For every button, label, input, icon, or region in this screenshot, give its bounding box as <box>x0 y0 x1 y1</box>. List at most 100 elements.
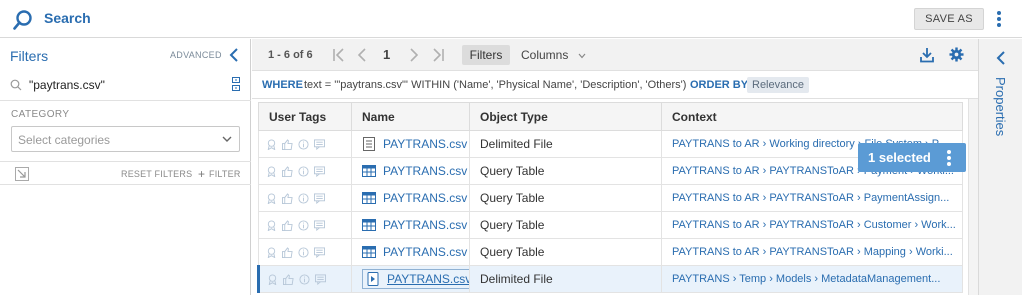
more-options-icon[interactable] <box>992 11 1006 27</box>
award-icon[interactable] <box>266 193 277 205</box>
table-icon <box>362 218 376 232</box>
order-by-value[interactable]: Relevance <box>747 77 809 93</box>
filter-search-field[interactable]: "paytrans.csv" <box>6 74 244 96</box>
reset-filters-button[interactable]: RESET FILTERS <box>121 169 192 179</box>
context-cell[interactable]: PAYTRANS to AR › PAYTRANSToAR › PaymentA… <box>661 184 963 212</box>
more-options-icon[interactable] <box>946 150 952 166</box>
comment-icon[interactable] <box>314 220 325 232</box>
object-type-cell: Query Table <box>469 211 662 239</box>
search-icon[interactable] <box>12 9 34 31</box>
table-row[interactable]: PAYTRANS.csv Query Table PAYTRANS to AR › … <box>258 211 963 239</box>
column-header-user-tags[interactable]: User Tags <box>258 102 352 131</box>
filter-search-input[interactable]: "paytrans.csv" <box>29 78 105 92</box>
add-filter-button[interactable]: FILTER <box>209 169 241 179</box>
save-as-button[interactable]: SAVE AS <box>914 8 984 30</box>
context-cell[interactable]: PAYTRANS › Temp › Models › MetadataManag… <box>661 265 963 293</box>
name-link[interactable]: PAYTRANS.csv <box>362 268 469 290</box>
thumbs-up-icon[interactable] <box>282 193 293 205</box>
gear-icon[interactable] <box>949 47 964 62</box>
properties-label[interactable]: Properties <box>993 77 1008 136</box>
comment-icon[interactable] <box>314 193 325 205</box>
name-cell[interactable]: PAYTRANS.csv <box>351 184 470 212</box>
results-toolbar: 1 - 6 of 6 1 Filters Columns <box>252 39 978 71</box>
table-icon <box>362 191 376 205</box>
name-link[interactable]: PAYTRANS.csv <box>362 191 467 206</box>
name-text: PAYTRANS.csv <box>383 217 468 232</box>
category-placeholder: Select categories <box>18 133 111 147</box>
name-cell[interactable]: PAYTRANS.csv <box>351 130 470 158</box>
info-icon[interactable] <box>298 193 309 204</box>
top-bar: Search SAVE AS <box>0 0 1022 38</box>
collapse-icon[interactable] <box>15 167 29 181</box>
table-row[interactable]: PAYTRANS.csv Delimited File PAYTRANS to AR… <box>258 130 963 158</box>
comment-icon[interactable] <box>314 166 325 178</box>
user-tags-cell <box>258 157 352 185</box>
table-row[interactable]: PAYTRANS.csv Query Table PAYTRANS to AR › … <box>258 157 963 185</box>
category-select[interactable]: Select categories <box>11 126 240 152</box>
toggle-filters-button[interactable]: Filters <box>462 45 510 65</box>
thumbs-up-icon[interactable] <box>282 220 293 232</box>
name-cell[interactable]: PAYTRANS.csv <box>351 238 470 266</box>
info-icon[interactable] <box>298 220 309 231</box>
award-icon[interactable] <box>266 247 277 259</box>
award-icon[interactable] <box>267 274 278 286</box>
thumbs-up-icon[interactable] <box>282 166 293 178</box>
name-text: PAYTRANS.csv <box>383 136 468 151</box>
where-keyword: WHERE <box>262 79 303 91</box>
award-icon[interactable] <box>266 139 277 151</box>
query-bar: WHERE text = '"paytrans.csv"' WITHIN ('N… <box>252 72 978 99</box>
chevron-down-icon <box>578 53 586 59</box>
context-cell[interactable]: PAYTRANS to AR › PAYTRANSToAR › Customer… <box>661 211 963 239</box>
info-icon[interactable] <box>298 247 309 258</box>
column-header-object-type[interactable]: Object Type <box>469 102 662 131</box>
vertical-scrollbar[interactable] <box>968 99 978 295</box>
object-type-cell: Query Table <box>469 184 662 212</box>
context-cell[interactable]: PAYTRANS to AR › PAYTRANSToAR › Mapping … <box>661 238 963 266</box>
result-range: 1 - 6 of 6 <box>268 49 313 61</box>
properties-rail[interactable]: Properties <box>978 39 1022 295</box>
table-icon <box>362 164 376 178</box>
name-link[interactable]: PAYTRANS.csv <box>362 218 467 233</box>
table-row[interactable]: PAYTRANS.csv Query Table PAYTRANS to AR › … <box>258 184 963 212</box>
comment-icon[interactable] <box>314 247 325 259</box>
selection-badge[interactable]: 1 selected <box>858 143 966 172</box>
table-row[interactable]: PAYTRANS.csv Delimited File PAYTRANS › Tem… <box>257 265 963 293</box>
comment-icon[interactable] <box>315 274 326 286</box>
name-cell[interactable]: PAYTRANS.csv <box>351 265 470 293</box>
award-icon[interactable] <box>266 220 277 232</box>
download-icon[interactable] <box>920 47 934 63</box>
chevron-left-icon[interactable] <box>228 47 240 63</box>
options-icon[interactable] <box>232 77 240 91</box>
advanced-link[interactable]: ADVANCED <box>170 50 222 60</box>
column-header-context[interactable]: Context <box>661 102 963 131</box>
previous-page-icon[interactable] <box>355 47 369 63</box>
name-link[interactable]: PAYTRANS.csv <box>362 164 467 179</box>
user-tags-cell <box>258 184 352 212</box>
info-icon[interactable] <box>298 139 309 150</box>
column-header-name[interactable]: Name <box>351 102 470 131</box>
user-tag-actions <box>267 272 331 286</box>
award-icon[interactable] <box>266 166 277 178</box>
next-page-icon[interactable] <box>407 47 421 63</box>
info-icon[interactable] <box>298 166 309 177</box>
thumbs-up-icon[interactable] <box>283 274 294 286</box>
info-icon[interactable] <box>299 274 310 285</box>
name-link[interactable]: PAYTRANS.csv <box>362 245 467 260</box>
name-link[interactable]: PAYTRANS.csv <box>362 137 467 152</box>
table-row[interactable]: PAYTRANS.csv Query Table PAYTRANS to AR › … <box>258 238 963 266</box>
first-page-icon[interactable] <box>332 47 346 63</box>
object-type-cell: Delimited File <box>469 130 662 158</box>
plus-icon[interactable]: + <box>198 167 205 181</box>
thumbs-up-icon[interactable] <box>282 247 293 259</box>
chevron-left-icon[interactable] <box>995 51 1007 65</box>
columns-dropdown[interactable]: Columns <box>521 48 586 62</box>
last-page-icon[interactable] <box>431 47 445 63</box>
page-number[interactable]: 1 <box>383 47 390 62</box>
name-cell[interactable]: PAYTRANS.csv <box>351 157 470 185</box>
thumbs-up-icon[interactable] <box>282 139 293 151</box>
chevron-down-icon <box>222 136 232 142</box>
filter-actions-bar: RESET FILTERS + FILTER <box>0 161 251 185</box>
comment-icon[interactable] <box>314 139 325 151</box>
name-cell[interactable]: PAYTRANS.csv <box>351 211 470 239</box>
table-header-row: User Tags Name Object Type Context <box>258 102 963 131</box>
